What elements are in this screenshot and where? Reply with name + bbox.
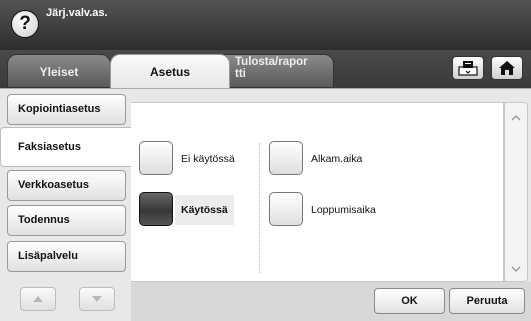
menu-scroll-up-button[interactable]: [20, 287, 56, 311]
help-icon[interactable]: ?: [11, 10, 39, 38]
settings-content: Kopiointiasetus Faksiasetus Verkkoasetus…: [0, 88, 531, 321]
sidebar-item-label: Kopiointiasetus: [18, 103, 101, 115]
ok-button[interactable]: OK: [374, 288, 445, 314]
option-ei-kaytossa-label: Ei käytössä: [181, 153, 235, 165]
job-status-icon: [458, 61, 478, 76]
tab-label: Yleiset: [39, 65, 79, 79]
sidebar-item-todennus[interactable]: Todennus: [7, 205, 126, 236]
sidebar-item-verkkoasetus[interactable]: Verkkoasetus: [7, 170, 126, 201]
options-scrollbar[interactable]: [504, 102, 528, 282]
job-status-button[interactable]: [452, 56, 484, 80]
tab-asetus[interactable]: Asetus: [110, 54, 230, 90]
tab-yleiset[interactable]: Yleiset: [7, 54, 111, 88]
column-divider: [259, 143, 260, 273]
tab-label: Tulosta/rapor tti: [235, 56, 308, 80]
menu-scroll-down-button[interactable]: [79, 287, 115, 311]
chevron-up-icon: [511, 114, 521, 120]
tab-label: Asetus: [149, 65, 190, 79]
triangle-up-icon: [33, 296, 43, 302]
option-ei-kaytossa-checkbox[interactable]: [139, 141, 173, 175]
option-alkam-aika-checkbox[interactable]: [269, 141, 303, 175]
sidebar-item-lisapalvelu[interactable]: Lisäpalvelu: [7, 241, 126, 272]
option-alkam-aika-label: Alkam.aika: [311, 153, 363, 165]
tab-bar: Yleiset Tulosta/rapor tti Asetus: [0, 50, 531, 90]
option-loppumisaika-checkbox[interactable]: [269, 192, 303, 226]
chevron-down-icon: [511, 266, 521, 272]
options-panel: Ei käytössä Käytössä Alkam.aika Loppumis…: [131, 102, 504, 282]
title-bar: ? Järj.valv.as.: [0, 0, 531, 50]
tab-tulosta-raportti[interactable]: Tulosta/rapor tti: [212, 54, 334, 88]
option-loppumisaika-label: Loppumisaika: [311, 204, 376, 216]
cancel-button[interactable]: Peruuta: [449, 288, 525, 314]
scroll-down-button[interactable]: [507, 261, 525, 277]
sidebar-item-label: Faksiasetus: [18, 141, 81, 153]
option-kaytossa-checkbox[interactable]: [139, 192, 173, 226]
home-button[interactable]: [491, 56, 523, 80]
home-icon: [499, 61, 515, 75]
sidebar-item-kopiointiasetus[interactable]: Kopiointiasetus: [7, 94, 126, 125]
sidebar-item-label: Lisäpalvelu: [18, 250, 78, 262]
option-kaytossa-label: Käytössä: [175, 195, 234, 225]
sidebar-item-faksiasetus[interactable]: Faksiasetus: [0, 127, 131, 167]
sidebar-item-label: Todennus: [18, 214, 70, 226]
window-title: Järj.valv.as.: [46, 7, 108, 19]
scroll-up-button[interactable]: [507, 109, 525, 125]
action-bar: OK Peruuta: [131, 282, 531, 321]
sidebar-item-label: Verkkoasetus: [18, 179, 89, 191]
triangle-down-icon: [92, 296, 102, 302]
